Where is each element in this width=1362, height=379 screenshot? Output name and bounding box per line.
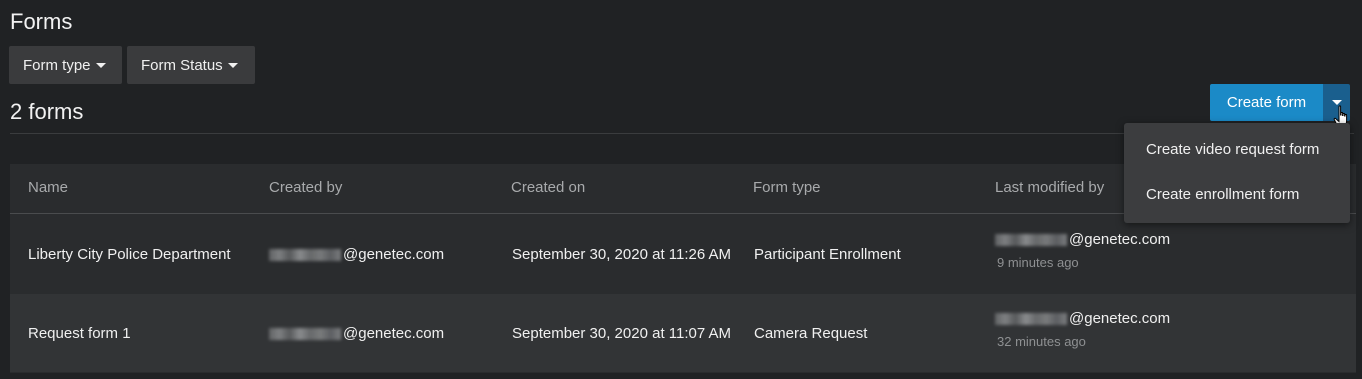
caret-down-icon [227, 62, 238, 68]
column-header-form-type[interactable]: Form type [753, 179, 821, 196]
page-title: Forms [10, 9, 73, 34]
redacted-username [995, 313, 1067, 326]
table-row[interactable]: Liberty City Police Department @genetec.… [10, 215, 1356, 293]
created-on: September 30, 2020 at 11:26 AM [512, 246, 732, 263]
redacted-username [269, 249, 341, 262]
form-type: Participant Enrollment [754, 246, 901, 263]
form-status-filter-button[interactable]: Form Status [127, 46, 255, 84]
last-modified-time: 9 minutes ago [997, 255, 1079, 270]
last-modified-by-cell: @genetec.com [995, 310, 1170, 327]
created-by-email: @genetec.com [343, 325, 445, 342]
form-type-filter-label: Form type [23, 56, 91, 74]
table-row[interactable]: Request form 1 @genetec.com September 30… [10, 294, 1356, 372]
caret-down-icon [95, 62, 106, 68]
last-modified-by-email: @genetec.com [1069, 310, 1171, 327]
created-by-cell: @genetec.com [269, 325, 444, 342]
created-by-cell: @genetec.com [269, 246, 444, 263]
last-modified-time: 32 minutes ago [997, 334, 1086, 349]
forms-count: 2 forms [10, 99, 84, 124]
form-type-filter-button[interactable]: Form type [9, 46, 122, 84]
create-form-menu: Create video request form Create enrollm… [1124, 123, 1350, 223]
menu-item-create-enrollment-form[interactable]: Create enrollment form [1146, 186, 1299, 203]
column-header-last-modified-by[interactable]: Last modified by [995, 179, 1104, 196]
menu-item-create-video-request-form[interactable]: Create video request form [1146, 141, 1319, 158]
form-name: Request form 1 [28, 325, 131, 342]
column-header-name[interactable]: Name [28, 179, 68, 196]
form-name: Liberty City Police Department [28, 246, 231, 263]
redacted-username [995, 234, 1067, 247]
created-on: September 30, 2020 at 11:07 AM [512, 325, 732, 342]
create-form-button[interactable]: Create form [1210, 84, 1323, 121]
created-by-email: @genetec.com [343, 246, 445, 263]
form-status-filter-label: Form Status [141, 56, 223, 74]
column-header-created-by[interactable]: Created by [269, 179, 342, 196]
redacted-username [269, 328, 341, 341]
form-type: Camera Request [754, 325, 868, 342]
last-modified-by-email: @genetec.com [1069, 231, 1171, 248]
last-modified-by-cell: @genetec.com [995, 231, 1170, 248]
column-header-created-on[interactable]: Created on [511, 179, 585, 196]
